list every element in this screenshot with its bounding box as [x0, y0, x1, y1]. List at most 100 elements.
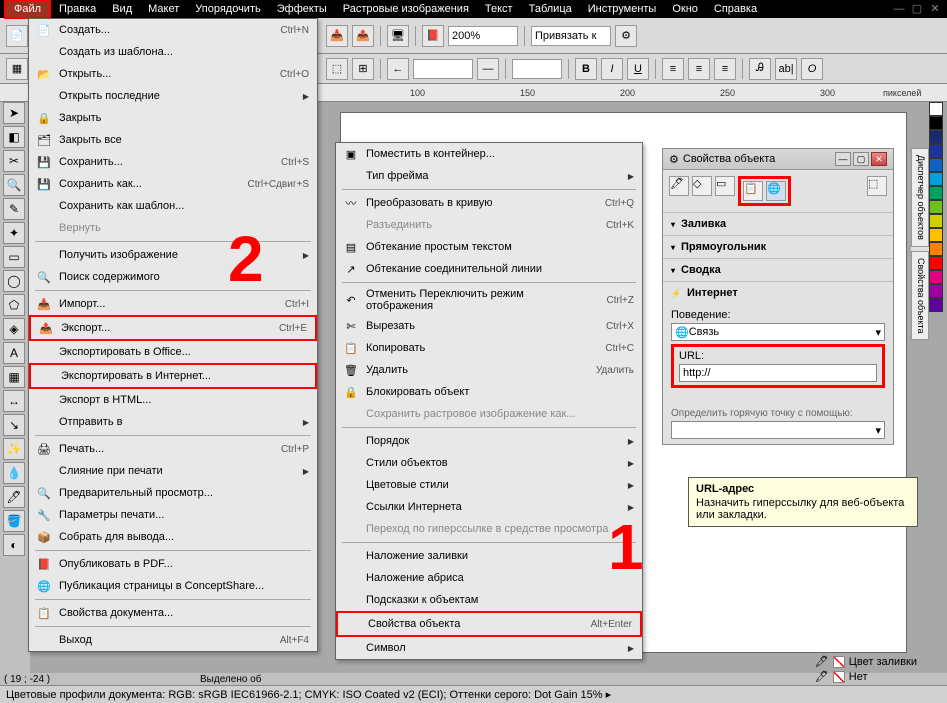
line-style-icon[interactable]: —: [477, 58, 499, 80]
menu-item[interactable]: 📋КопироватьCtrl+C: [336, 337, 642, 359]
interactive-fill-icon[interactable]: ◐: [3, 534, 25, 556]
align-center-icon[interactable]: ≡: [688, 58, 710, 80]
menu-item[interactable]: 💾Сохранить...Ctrl+S: [29, 151, 317, 173]
menu-item[interactable]: Тип фрейма▶: [336, 165, 642, 187]
menu-item[interactable]: Создать из шаблона...: [29, 41, 317, 63]
tab-fill-icon[interactable]: ◇: [692, 176, 712, 196]
behavior-select[interactable]: 🌐Связь▾: [671, 323, 885, 341]
color-swatch[interactable]: [929, 200, 943, 214]
menu-item[interactable]: 🔍Поиск содержимого: [29, 266, 317, 288]
menu-arrange[interactable]: Упорядочить: [187, 1, 268, 17]
tab-outline-icon[interactable]: 🖊: [669, 176, 689, 196]
distribute-icon[interactable]: ⊞: [352, 58, 374, 80]
freehand-tool-icon[interactable]: ✎: [3, 198, 25, 220]
tab-extra-icon[interactable]: ⬚: [867, 176, 887, 196]
char-icon[interactable]: Ꭿ: [749, 58, 771, 80]
color-swatch[interactable]: [929, 172, 943, 186]
menu-item[interactable]: Экспорт в HTML...: [29, 389, 317, 411]
screen-icon[interactable]: 🖥: [387, 25, 409, 47]
menu-item[interactable]: 〰Преобразовать в кривуюCtrl+Q: [336, 192, 642, 214]
polygon-tool-icon[interactable]: ⬠: [3, 294, 25, 316]
menu-item[interactable]: 🌐Публикация страницы в ConceptShare...: [29, 575, 317, 597]
menu-item[interactable]: 🔧Параметры печати...: [29, 504, 317, 526]
menu-item[interactable]: Экспортировать в Интернет...: [29, 363, 317, 389]
section-summary[interactable]: ▾Сводка: [663, 258, 893, 281]
menu-item[interactable]: Стили объектов▶: [336, 452, 642, 474]
menu-item[interactable]: 📄Создать...Ctrl+N: [29, 19, 317, 41]
section-fill[interactable]: ▾Заливка: [663, 212, 893, 235]
color-swatch[interactable]: [929, 256, 943, 270]
menu-item[interactable]: Наложение абриса: [336, 567, 642, 589]
no-fill-icon[interactable]: [833, 656, 845, 668]
menu-item[interactable]: ▤Обтекание простым текстом: [336, 236, 642, 258]
menu-item[interactable]: Открыть последние▶: [29, 85, 317, 107]
bold-icon[interactable]: B: [575, 58, 597, 80]
no-outline-icon[interactable]: [833, 671, 845, 683]
ab-icon[interactable]: ab|: [775, 58, 797, 80]
minimize-button[interactable]: —: [891, 2, 907, 16]
align-left-icon[interactable]: ≡: [662, 58, 684, 80]
url-input[interactable]: [679, 364, 877, 382]
menu-tools[interactable]: Инструменты: [580, 1, 665, 17]
menu-help[interactable]: Справка: [706, 1, 765, 17]
menu-item[interactable]: ✄ВырезатьCtrl+X: [336, 315, 642, 337]
color-swatch[interactable]: [929, 102, 943, 116]
zoom-input[interactable]: [448, 26, 518, 46]
menu-item[interactable]: Порядок▶: [336, 430, 642, 452]
arrow-style-icon[interactable]: ←: [387, 58, 409, 80]
menu-item[interactable]: Ссылки Интернета▶: [336, 496, 642, 518]
color-swatch[interactable]: [929, 228, 943, 242]
table-tool-icon[interactable]: ▦: [3, 366, 25, 388]
menu-item[interactable]: 🔒Блокировать объект: [336, 381, 642, 403]
menu-item[interactable]: 💾Сохранить как...Ctrl+Сдвиг+S: [29, 173, 317, 195]
menu-window[interactable]: Окно: [664, 1, 706, 17]
menu-item[interactable]: Цветовые стили▶: [336, 474, 642, 496]
menu-item[interactable]: Экспортировать в Office...: [29, 341, 317, 363]
docker-object-manager[interactable]: Диспетчер объектов: [911, 148, 929, 247]
basic-shapes-icon[interactable]: ◈: [3, 318, 25, 340]
color-swatch[interactable]: [929, 298, 943, 312]
dimension-tool-icon[interactable]: ↔: [3, 390, 25, 412]
color-swatch[interactable]: [929, 214, 943, 228]
menu-item[interactable]: Свойства объектаAlt+Enter: [336, 611, 642, 637]
color-swatch[interactable]: [929, 158, 943, 172]
smart-tool-icon[interactable]: ✦: [3, 222, 25, 244]
color-swatch[interactable]: [929, 186, 943, 200]
color-swatch[interactable]: [929, 284, 943, 298]
color-swatch[interactable]: [929, 130, 943, 144]
menu-item[interactable]: ВыходAlt+F4: [29, 629, 317, 651]
menu-item[interactable]: 📋Свойства документа...: [29, 602, 317, 624]
menu-item[interactable]: 📕Опубликовать в PDF...: [29, 553, 317, 575]
align-icon[interactable]: ⬚: [326, 58, 348, 80]
connector-tool-icon[interactable]: ↘: [3, 414, 25, 436]
color-swatch[interactable]: [929, 144, 943, 158]
menu-item[interactable]: 📦Собрать для вывода...: [29, 526, 317, 548]
o-icon[interactable]: O: [801, 58, 823, 80]
snap-input[interactable]: [531, 26, 611, 46]
menu-item[interactable]: 📥Импорт...Ctrl+I: [29, 293, 317, 315]
hotspot-select[interactable]: ▾: [671, 421, 885, 439]
width-input[interactable]: [512, 59, 562, 79]
smth-input[interactable]: [413, 59, 473, 79]
text-tool-icon[interactable]: A: [3, 342, 25, 364]
menu-item[interactable]: ↶Отменить Переключить режим отображенияC…: [336, 285, 642, 315]
color-swatch[interactable]: [929, 116, 943, 130]
tab-internet-icon[interactable]: 🌐: [766, 181, 786, 201]
pick-tool-icon[interactable]: ➤: [3, 102, 25, 124]
menu-item[interactable]: Отправить в▶: [29, 411, 317, 433]
shape-tool-icon[interactable]: ◧: [3, 126, 25, 148]
menu-item[interactable]: Сохранить как шаблон...: [29, 195, 317, 217]
italic-icon[interactable]: I: [601, 58, 623, 80]
docker-object-properties[interactable]: Свойства объекта: [911, 251, 929, 341]
panel-titlebar[interactable]: ⚙ Свойства объекта — ▢ ✕: [663, 149, 893, 170]
menu-item[interactable]: ▣Поместить в контейнер...: [336, 143, 642, 165]
maximize-button[interactable]: ▢: [909, 2, 925, 16]
rectangle-tool-icon[interactable]: ▭: [3, 246, 25, 268]
section-internet[interactable]: ⚡Интернет: [663, 281, 893, 304]
align-right-icon[interactable]: ≡: [714, 58, 736, 80]
grid-icon[interactable]: ▦: [6, 58, 28, 80]
menu-item[interactable]: Символ▶: [336, 637, 642, 659]
menu-item[interactable]: 🔍Предварительный просмотр...: [29, 482, 317, 504]
menu-text[interactable]: Текст: [477, 1, 521, 17]
export-icon[interactable]: 📤: [352, 25, 374, 47]
